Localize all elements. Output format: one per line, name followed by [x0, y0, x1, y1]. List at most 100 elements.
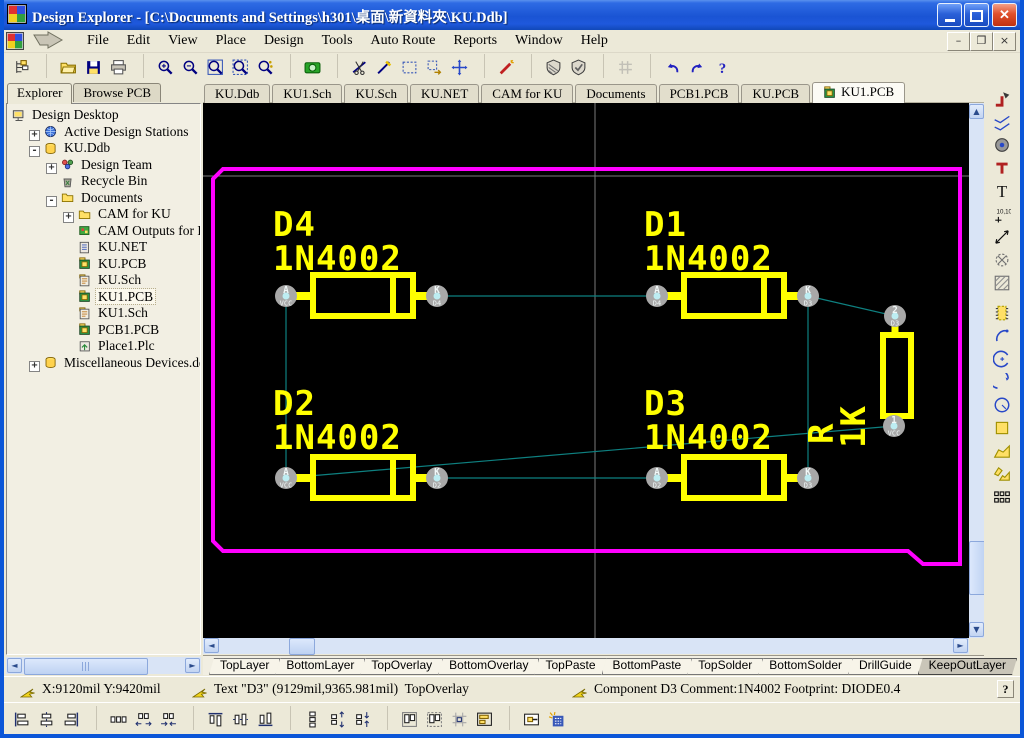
- open-folder-button[interactable]: [56, 54, 81, 78]
- align-top-button[interactable]: [203, 706, 228, 730]
- arrange-inside-room-button[interactable]: [397, 706, 422, 730]
- expand-toggle-icon[interactable]: +: [29, 130, 40, 141]
- scroll-left-icon[interactable]: ◄: [7, 658, 22, 673]
- minimize-button[interactable]: [937, 3, 962, 27]
- comment-label[interactable]: 1K: [834, 405, 874, 448]
- expand-toggle-icon[interactable]: +: [29, 361, 40, 372]
- placement-grid-button[interactable]: [544, 706, 569, 730]
- comment-label[interactable]: 1N4002: [644, 239, 773, 279]
- layer-tab-drillguide[interactable]: DrillGuide: [848, 658, 923, 675]
- layer-tab-topsolder[interactable]: TopSolder: [687, 658, 763, 675]
- layer-tab-topoverlay[interactable]: TopOverlay: [360, 658, 443, 675]
- tree-item[interactable]: PCB1.PCB: [7, 322, 200, 339]
- align-bottom-button[interactable]: [253, 706, 278, 730]
- capture-button[interactable]: [300, 54, 325, 78]
- document-tab-ku-ddb[interactable]: KU.Ddb: [204, 84, 270, 104]
- drc-online-button[interactable]: [541, 54, 566, 78]
- rect-fill-button[interactable]: [988, 416, 1016, 438]
- layer-tab-toplayer[interactable]: TopLayer: [209, 658, 280, 675]
- tree-item[interactable]: +Active Design Stations: [7, 124, 200, 141]
- align-right-button[interactable]: [59, 706, 84, 730]
- layer-tab-bottomoverlay[interactable]: BottomOverlay: [438, 658, 539, 675]
- menu-file[interactable]: File: [78, 31, 118, 51]
- component-socket-button[interactable]: [519, 706, 544, 730]
- space-increase-h-button[interactable]: [131, 706, 156, 730]
- tree-item[interactable]: Design Desktop: [7, 107, 200, 124]
- fill-button[interactable]: [988, 271, 1016, 293]
- line-button[interactable]: [372, 54, 397, 78]
- document-tab-documents[interactable]: Documents: [575, 84, 656, 104]
- layer-tab-bottompaste[interactable]: BottomPaste: [602, 658, 693, 675]
- document-tab-ku1-sch[interactable]: KU1.Sch: [272, 84, 342, 104]
- scroll-left-icon[interactable]: ◄: [204, 638, 219, 653]
- scroll-down-icon[interactable]: ▼: [969, 622, 984, 637]
- scroll-right-icon[interactable]: ►: [953, 638, 968, 653]
- scroll-right-icon[interactable]: ►: [185, 658, 200, 673]
- component-button[interactable]: [988, 301, 1016, 323]
- tab-browse-pcb[interactable]: Browse PCB: [73, 83, 161, 102]
- restore-button[interactable]: [964, 3, 989, 27]
- drc-batch-button[interactable]: [566, 54, 591, 78]
- tree-item[interactable]: KU1.PCB: [7, 289, 200, 306]
- redo-button[interactable]: [685, 54, 710, 78]
- arc-any-button[interactable]: [988, 370, 1016, 392]
- layer-tab-keepoutlayer[interactable]: KeepOutLayer: [918, 658, 1017, 675]
- align-room-button[interactable]: [472, 706, 497, 730]
- pad-array-button[interactable]: [988, 485, 1016, 507]
- align-middle-button[interactable]: [228, 706, 253, 730]
- close-button[interactable]: ✕: [992, 3, 1017, 27]
- polygon-plane-button[interactable]: [988, 439, 1016, 461]
- dimension-button[interactable]: [988, 225, 1016, 247]
- save-button[interactable]: [81, 54, 106, 78]
- align-left-button[interactable]: [9, 706, 34, 730]
- component-body[interactable]: [684, 457, 784, 498]
- component-body[interactable]: [883, 335, 911, 416]
- sidebar-horizontal-scrollbar[interactable]: ◄ ►: [6, 657, 201, 674]
- child-close-button[interactable]: ×: [993, 32, 1016, 51]
- child-minimize-button[interactable]: –: [947, 32, 970, 51]
- title-bar[interactable]: Design Explorer - [C:\Documents and Sett…: [0, 0, 1024, 30]
- layer-tab-bottomlayer[interactable]: BottomLayer: [275, 658, 365, 675]
- layer-tab-bottomsolder[interactable]: BottomSolder: [758, 658, 853, 675]
- tree-item[interactable]: Recycle Bin: [7, 173, 200, 190]
- component-D1[interactable]: D11N4002AD4KD3: [644, 205, 819, 316]
- collapse-toggle-icon[interactable]: -: [29, 146, 40, 157]
- select-area-button[interactable]: [397, 54, 422, 78]
- move-objects-button[interactable]: [422, 54, 447, 78]
- space-increase-v-button[interactable]: [325, 706, 350, 730]
- design-manager-arrow-icon[interactable]: [30, 31, 74, 51]
- document-tab-ku-pcb[interactable]: KU.PCB: [741, 84, 810, 104]
- tab-explorer[interactable]: Explorer: [7, 83, 72, 104]
- cross-move-button[interactable]: [447, 54, 472, 78]
- wire-cut-button[interactable]: [347, 54, 372, 78]
- print-button[interactable]: [106, 54, 131, 78]
- tree-item[interactable]: KU.NET: [7, 239, 200, 256]
- comment-label[interactable]: 1N4002: [644, 418, 773, 458]
- pad-button[interactable]: [988, 133, 1016, 155]
- document-tab-ku1-pcb[interactable]: KU1.PCB: [812, 82, 905, 104]
- tree-item[interactable]: KU1.Sch: [7, 305, 200, 322]
- room-button[interactable]: [988, 248, 1016, 270]
- arrange-outside-room-button[interactable]: [422, 706, 447, 730]
- zoom-area-button[interactable]: [203, 54, 228, 78]
- help-button[interactable]: ?: [710, 54, 735, 78]
- space-decrease-h-button[interactable]: [156, 706, 181, 730]
- arc-center-button[interactable]: [988, 347, 1016, 369]
- tree-item[interactable]: +Miscellaneous Devices.ddb: [7, 355, 200, 372]
- tree-item[interactable]: +Design Team: [7, 157, 200, 174]
- scroll-up-icon[interactable]: ▲: [969, 104, 984, 119]
- scrollbar-thumb[interactable]: [24, 658, 148, 675]
- menu-reports[interactable]: Reports: [444, 31, 506, 51]
- track-button[interactable]: [988, 110, 1016, 132]
- tree-item[interactable]: -Documents: [7, 190, 200, 207]
- space-equal-v-button[interactable]: [300, 706, 325, 730]
- keepout-outline[interactable]: [213, 169, 960, 564]
- comment-label[interactable]: 1N4002: [273, 418, 402, 458]
- tree-item[interactable]: Place1.Plc: [7, 338, 200, 355]
- tree-item[interactable]: KU.Sch: [7, 272, 200, 289]
- menu-design[interactable]: Design: [255, 31, 313, 51]
- collapse-toggle-icon[interactable]: -: [46, 196, 57, 207]
- snap-to-grid-button[interactable]: [447, 706, 472, 730]
- space-equal-h-button[interactable]: [106, 706, 131, 730]
- menu-place[interactable]: Place: [207, 31, 255, 51]
